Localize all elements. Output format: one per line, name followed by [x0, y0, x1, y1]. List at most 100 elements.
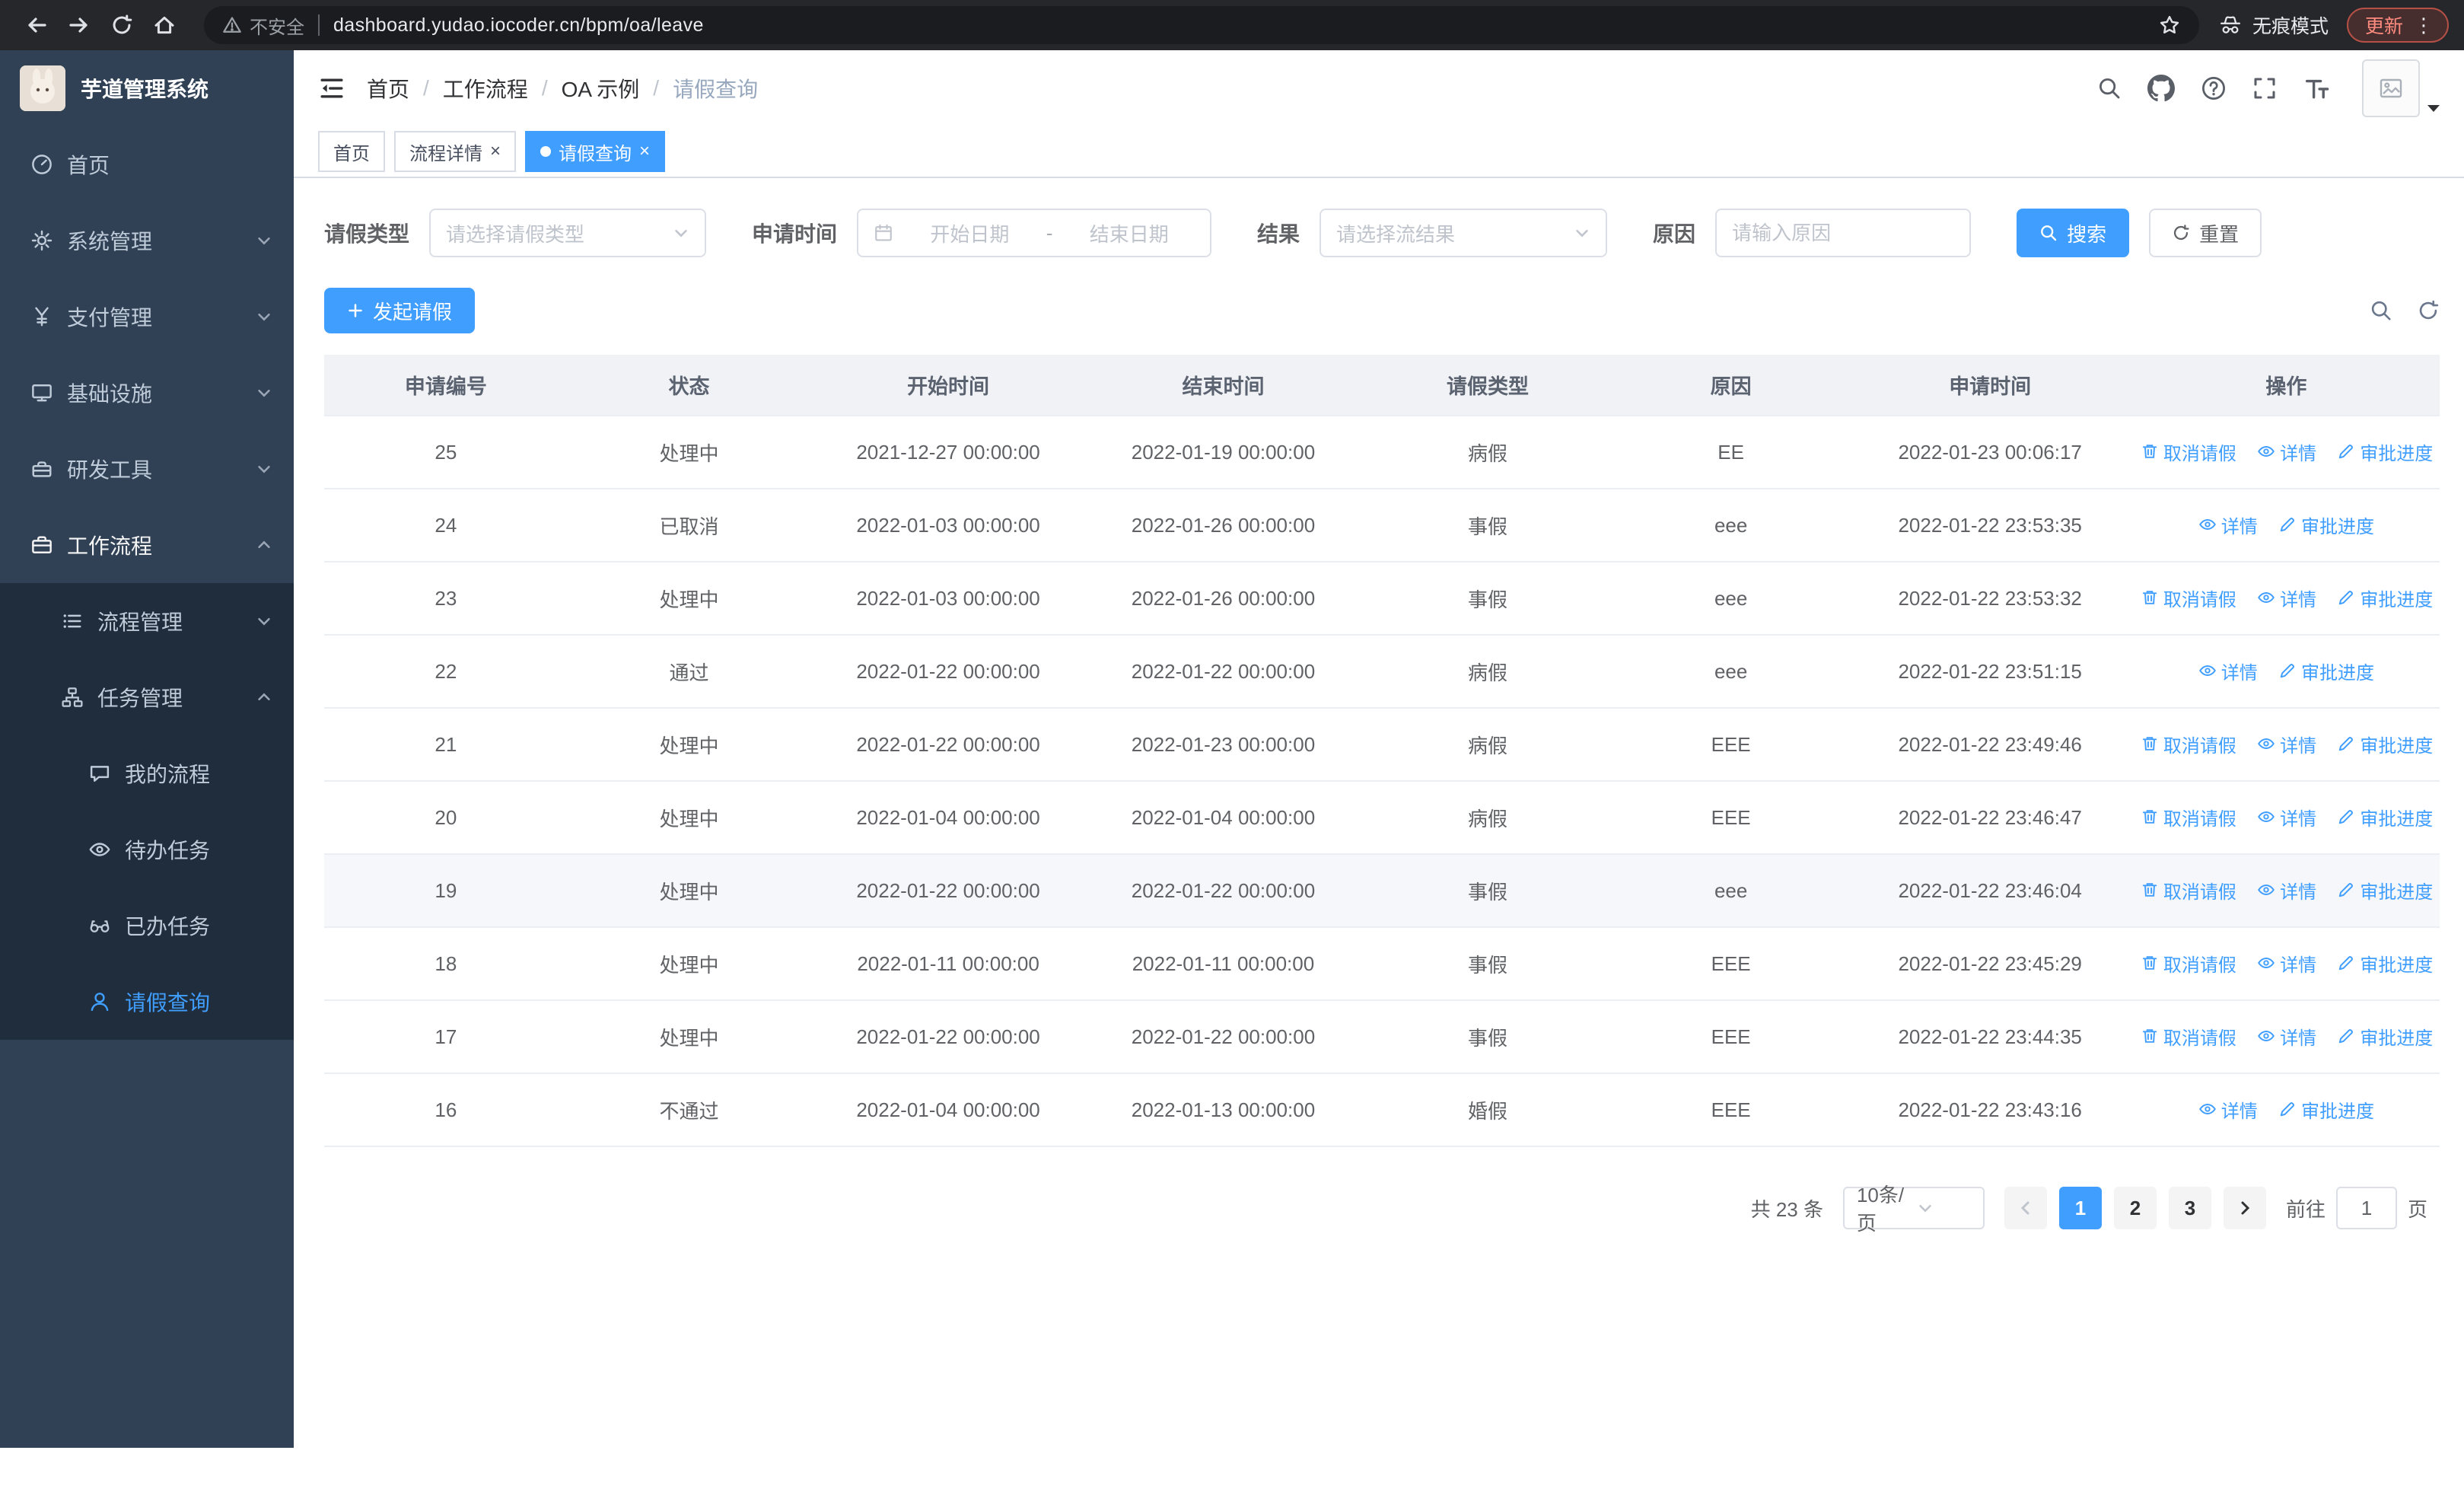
breadcrumb-item[interactable]: OA 示例: [562, 73, 640, 104]
date-range-picker[interactable]: 开始日期 - 结束日期: [857, 209, 1212, 257]
browser-home-button[interactable]: [143, 4, 186, 46]
reason-input[interactable]: [1715, 209, 1972, 257]
sidebar-item-payment-management[interactable]: 支付管理: [0, 279, 294, 355]
end-date-placeholder[interactable]: 结束日期: [1063, 219, 1195, 247]
address-bar[interactable]: 不安全 dashboard.yudao.iocoder.cn/bpm/oa/le…: [204, 6, 2199, 44]
create-leave-button[interactable]: 发起请假: [324, 288, 476, 333]
browser-update-button[interactable]: 更新 ⋮: [2346, 8, 2449, 43]
user-menu[interactable]: [2362, 59, 2440, 117]
chevron-down-icon: [256, 613, 272, 630]
update-label: 更新: [2364, 16, 2403, 37]
collapse-sidebar-icon: [320, 78, 343, 98]
url-text[interactable]: dashboard.yudao.iocoder.cn/bpm/oa/leave: [333, 14, 704, 37]
trash-icon: [2142, 810, 2157, 824]
refresh-table-button[interactable]: [2417, 299, 2440, 322]
detail-link[interactable]: 详情: [2198, 658, 2258, 684]
tab-leave-query[interactable]: 请假查询 ×: [525, 131, 666, 172]
cancel-leave-link[interactable]: 取消请假: [2141, 804, 2236, 830]
prev-page-button[interactable]: [2004, 1187, 2047, 1229]
font-size-button[interactable]: [2303, 75, 2330, 102]
sidebar-item-dev-tools[interactable]: 研发工具: [0, 431, 294, 507]
incognito-label: 无痕模式: [2252, 16, 2329, 37]
start-date-placeholder[interactable]: 开始日期: [904, 219, 1036, 247]
sidebar-item-task-management[interactable]: 任务管理: [0, 659, 294, 735]
browser-forward-button[interactable]: [58, 4, 100, 46]
approval-progress-link[interactable]: 审批进度: [2337, 731, 2433, 757]
cancel-leave-link[interactable]: 取消请假: [2141, 438, 2236, 465]
result-select[interactable]: 请选择流结果: [1320, 209, 1608, 257]
search-button[interactable]: 搜索: [2017, 209, 2130, 257]
fullscreen-button[interactable]: [2252, 76, 2277, 100]
header-search-button[interactable]: [2097, 76, 2122, 100]
sidebar-item-home[interactable]: 首页: [0, 126, 294, 202]
tab-home[interactable]: 首页: [318, 131, 385, 172]
cell-start: 2022-01-03 00:00:00: [810, 489, 1086, 563]
avatar[interactable]: [2362, 59, 2420, 117]
approval-progress-link[interactable]: 审批进度: [2337, 438, 2433, 465]
page-number-button[interactable]: 3: [2168, 1187, 2211, 1229]
cancel-leave-link[interactable]: 取消请假: [2141, 1023, 2236, 1050]
github-link[interactable]: [2147, 75, 2175, 102]
sidebar-item-done-tasks[interactable]: 已办任务: [0, 888, 294, 964]
security-warning[interactable]: 不安全: [222, 12, 304, 39]
cell-start: 2022-01-04 00:00:00: [810, 1073, 1086, 1147]
toggle-search-button[interactable]: [2370, 299, 2392, 322]
sidebar-item-system-management[interactable]: 系统管理: [0, 202, 294, 279]
detail-link[interactable]: 详情: [2257, 585, 2316, 611]
approval-progress-link[interactable]: 审批进度: [2337, 585, 2433, 611]
create-leave-label: 发起请假: [373, 300, 453, 324]
breadcrumb-separator: /: [423, 76, 429, 100]
collapse-sidebar-button[interactable]: [318, 75, 345, 102]
column-header: 申请时间: [1847, 355, 2133, 416]
cancel-leave-link[interactable]: 取消请假: [2141, 877, 2236, 904]
approval-progress-link[interactable]: 审批进度: [2278, 1096, 2374, 1123]
sidebar-item-infrastructure[interactable]: 基础设施: [0, 355, 294, 431]
sidebar-item-my-processes[interactable]: 我的流程: [0, 735, 294, 811]
detail-link[interactable]: 详情: [2198, 512, 2258, 538]
page-number-button[interactable]: 2: [2113, 1187, 2157, 1229]
cancel-leave-link[interactable]: 取消请假: [2141, 950, 2236, 977]
detail-link[interactable]: 详情: [2257, 804, 2316, 830]
approval-progress-link[interactable]: 审批进度: [2278, 512, 2374, 538]
close-tab-icon[interactable]: ×: [490, 142, 501, 161]
close-tab-icon[interactable]: ×: [639, 142, 650, 161]
bookmark-star-icon[interactable]: [2158, 14, 2181, 37]
reset-button[interactable]: 重置: [2149, 209, 2262, 257]
breadcrumb-item[interactable]: 工作流程: [443, 73, 528, 104]
page-number-button[interactable]: 1: [2058, 1187, 2102, 1229]
goto-page-input[interactable]: [2335, 1187, 2397, 1229]
help-button[interactable]: [2201, 75, 2227, 101]
cancel-leave-link[interactable]: 取消请假: [2141, 731, 2236, 757]
edit-pen-icon: [2339, 810, 2354, 824]
detail-link[interactable]: 详情: [2257, 438, 2316, 465]
table-row: 20 处理中 2022-01-04 00:00:00 2022-01-04 00…: [324, 781, 2440, 855]
app-logo-row[interactable]: 芋道管理系统: [0, 50, 294, 126]
sidebar-item-leave-query[interactable]: 请假查询: [0, 964, 294, 1040]
search-icon: [2041, 225, 2057, 241]
leave-type-select[interactable]: 请选择请假类型: [429, 209, 707, 257]
refresh-icon: [2419, 300, 2439, 320]
breadcrumb-item[interactable]: 首页: [367, 73, 409, 104]
sidebar-item-process-management[interactable]: 流程管理: [0, 583, 294, 659]
tab-process-detail[interactable]: 流程详情 ×: [394, 131, 517, 172]
page-size-select[interactable]: 10条/页: [1842, 1184, 1985, 1235]
sidebar-item-pending-tasks[interactable]: 待办任务: [0, 811, 294, 888]
approval-progress-link[interactable]: 审批进度: [2337, 950, 2433, 977]
approval-progress-link[interactable]: 审批进度: [2337, 804, 2433, 830]
detail-link[interactable]: 详情: [2257, 1023, 2316, 1050]
detail-link[interactable]: 详情: [2198, 1096, 2258, 1123]
next-page-button[interactable]: [2223, 1187, 2266, 1229]
list-icon: [63, 614, 81, 628]
detail-link[interactable]: 详情: [2257, 877, 2316, 904]
browser-reload-button[interactable]: [100, 4, 143, 46]
detail-link[interactable]: 详情: [2257, 731, 2316, 757]
browser-back-button[interactable]: [15, 4, 58, 46]
cancel-leave-link[interactable]: 取消请假: [2141, 585, 2236, 611]
browser-menu-icon[interactable]: ⋮: [2414, 14, 2434, 37]
sidebar-item-workflow[interactable]: 工作流程: [0, 507, 294, 583]
approval-progress-link[interactable]: 审批进度: [2337, 877, 2433, 904]
approval-progress-link[interactable]: 审批进度: [2337, 1023, 2433, 1050]
trash-icon: [2142, 445, 2157, 459]
approval-progress-link[interactable]: 审批进度: [2278, 658, 2374, 684]
detail-link[interactable]: 详情: [2257, 950, 2316, 977]
